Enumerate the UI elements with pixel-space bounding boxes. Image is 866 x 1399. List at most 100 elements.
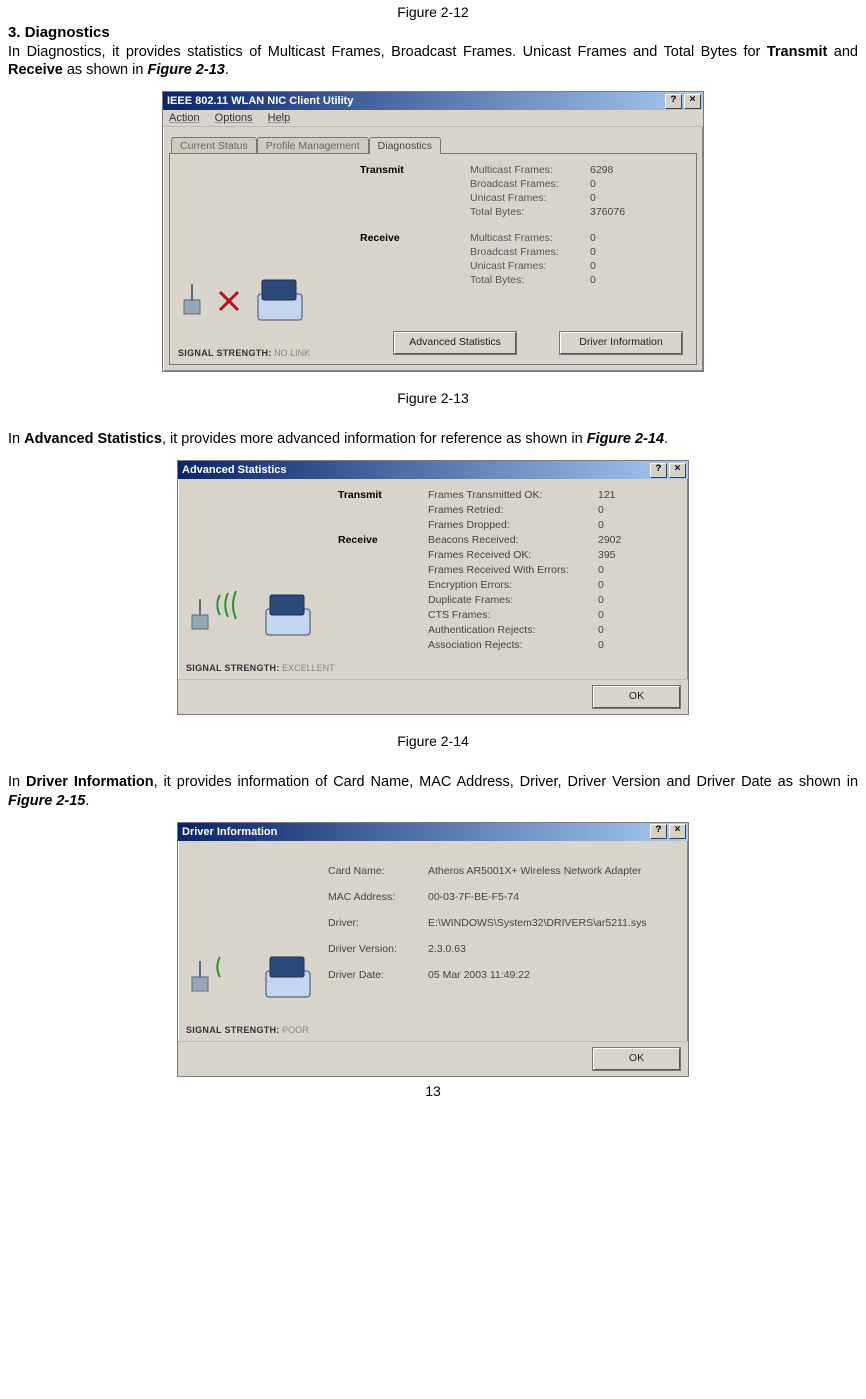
menubar[interactable]: Action Options Help bbox=[163, 110, 703, 127]
page-number: 13 bbox=[8, 1083, 858, 1099]
driver-information-dialog: Driver Information ? × Card Name: Athero… bbox=[177, 822, 689, 1077]
paragraph-driver-info: In Driver Information, it provides infor… bbox=[8, 773, 858, 809]
window-title: Driver Information bbox=[182, 826, 648, 838]
signal-strength-value: EXCELLENT bbox=[282, 663, 335, 673]
card-name-value: Atheros AR5001X+ Wireless Network Adapte… bbox=[428, 865, 678, 877]
connection-graphic-no-link bbox=[180, 270, 310, 330]
tx-total-bytes-value: 376076 bbox=[590, 206, 650, 218]
signal-strength: SIGNAL STRENGTH: POOR bbox=[186, 1025, 309, 1035]
figure-2-12-label: Figure 2-12 bbox=[8, 4, 858, 20]
signal-strength: SIGNAL STRENGTH: NO LINK bbox=[178, 348, 310, 358]
ok-button[interactable]: OK bbox=[593, 1048, 680, 1070]
frames-received-ok-label: Frames Received OK: bbox=[428, 549, 598, 561]
assoc-rejects-label: Association Rejects: bbox=[428, 639, 598, 651]
tx-total-bytes-label: Total Bytes: bbox=[470, 206, 590, 218]
ok-button[interactable]: OK bbox=[593, 686, 680, 708]
titlebar[interactable]: Driver Information ? × bbox=[178, 823, 688, 841]
menu-help[interactable]: Help bbox=[268, 112, 291, 124]
driver-date-label: Driver Date: bbox=[328, 969, 428, 981]
window-title: IEEE 802.11 WLAN NIC Client Utility bbox=[167, 95, 663, 107]
mac-address-value: 00-03-7F-BE-F5-74 bbox=[428, 891, 678, 903]
tx-broadcast-label: Broadcast Frames: bbox=[470, 178, 590, 190]
tx-multicast-label: Multicast Frames: bbox=[470, 164, 590, 176]
diagnostics-panel: Transmit Multicast Frames: 6298 Broadcas… bbox=[169, 153, 697, 365]
driver-information-button[interactable]: Driver Information bbox=[560, 332, 682, 354]
encryption-errors-value: 0 bbox=[598, 579, 648, 591]
figure-2-14-caption: Figure 2-14 bbox=[8, 733, 858, 749]
duplicate-frames-value: 0 bbox=[598, 594, 648, 606]
signal-strength: SIGNAL STRENGTH: EXCELLENT bbox=[186, 663, 335, 673]
tx-multicast-value: 6298 bbox=[590, 164, 650, 176]
tab-diagnostics[interactable]: Diagnostics bbox=[369, 137, 441, 154]
card-name-label: Card Name: bbox=[328, 865, 428, 877]
driver-date-value: 05 Mar 2003 11:49:22 bbox=[428, 969, 678, 981]
cts-frames-label: CTS Frames: bbox=[428, 609, 598, 621]
assoc-rejects-value: 0 bbox=[598, 639, 648, 651]
paragraph-diagnostics: In Diagnostics, it provides statistics o… bbox=[8, 43, 858, 79]
receive-heading: Receive bbox=[360, 232, 470, 244]
frames-transmitted-ok-value: 121 bbox=[598, 489, 648, 501]
beacons-received-label: Beacons Received: bbox=[428, 534, 598, 546]
driver-version-value: 2.3.0.63 bbox=[428, 943, 678, 955]
rx-total-bytes-label: Total Bytes: bbox=[470, 274, 590, 286]
frames-retried-label: Frames Retried: bbox=[428, 504, 598, 516]
client-utility-dialog: IEEE 802.11 WLAN NIC Client Utility ? × … bbox=[162, 91, 704, 372]
tabstrip: Current Status Profile Management Diagno… bbox=[171, 133, 697, 153]
rx-broadcast-label: Broadcast Frames: bbox=[470, 246, 590, 258]
paragraph-advanced-stats: In Advanced Statistics, it provides more… bbox=[8, 430, 858, 448]
connection-graphic-poor bbox=[188, 947, 318, 1007]
signal-strength-value: POOR bbox=[282, 1025, 309, 1035]
signal-strength-value: NO LINK bbox=[274, 348, 310, 358]
auth-rejects-value: 0 bbox=[598, 624, 648, 636]
rx-multicast-value: 0 bbox=[590, 232, 650, 244]
driver-version-label: Driver Version: bbox=[328, 943, 428, 955]
tx-broadcast-value: 0 bbox=[590, 178, 650, 190]
frames-dropped-value: 0 bbox=[598, 519, 648, 531]
driver-value: E:\WINDOWS\System32\DRIVERS\ar5211.sys bbox=[428, 917, 678, 929]
tab-current-status[interactable]: Current Status bbox=[171, 137, 257, 154]
rx-unicast-label: Unicast Frames: bbox=[470, 260, 590, 272]
encryption-errors-label: Encryption Errors: bbox=[428, 579, 598, 591]
rx-multicast-label: Multicast Frames: bbox=[470, 232, 590, 244]
tx-unicast-label: Unicast Frames: bbox=[470, 192, 590, 204]
cts-frames-value: 0 bbox=[598, 609, 648, 621]
menu-action[interactable]: Action bbox=[169, 112, 200, 124]
connection-graphic-excellent bbox=[188, 585, 318, 645]
advanced-statistics-dialog: Advanced Statistics ? × Transmit Frames … bbox=[177, 460, 689, 715]
transmit-heading: Transmit bbox=[360, 164, 470, 176]
signal-strength-label: SIGNAL STRENGTH: bbox=[186, 663, 280, 673]
section-title-text: Diagnostics bbox=[25, 24, 110, 41]
duplicate-frames-label: Duplicate Frames: bbox=[428, 594, 598, 606]
rx-broadcast-value: 0 bbox=[590, 246, 650, 258]
rx-total-bytes-value: 0 bbox=[590, 274, 650, 286]
tab-profile-management[interactable]: Profile Management bbox=[257, 137, 369, 154]
mac-address-label: MAC Address: bbox=[328, 891, 428, 903]
transmit-heading: Transmit bbox=[338, 489, 428, 501]
titlebar[interactable]: IEEE 802.11 WLAN NIC Client Utility ? × bbox=[163, 92, 703, 110]
help-button-icon[interactable]: ? bbox=[650, 463, 667, 478]
frames-transmitted-ok-label: Frames Transmitted OK: bbox=[428, 489, 598, 501]
frames-retried-value: 0 bbox=[598, 504, 648, 516]
close-icon[interactable]: × bbox=[669, 463, 686, 478]
frames-received-errors-label: Frames Received With Errors: bbox=[428, 564, 598, 576]
figure-2-13-caption: Figure 2-13 bbox=[8, 390, 858, 406]
close-icon[interactable]: × bbox=[669, 824, 686, 839]
receive-heading: Receive bbox=[338, 534, 428, 546]
window-title: Advanced Statistics bbox=[182, 464, 648, 476]
help-button-icon[interactable]: ? bbox=[665, 94, 682, 109]
advanced-statistics-button[interactable]: Advanced Statistics bbox=[394, 332, 516, 354]
tx-unicast-value: 0 bbox=[590, 192, 650, 204]
frames-received-errors-value: 0 bbox=[598, 564, 648, 576]
menu-options[interactable]: Options bbox=[215, 112, 253, 124]
frames-received-ok-value: 395 bbox=[598, 549, 648, 561]
beacons-received-value: 2902 bbox=[598, 534, 648, 546]
section-number: 3. bbox=[8, 24, 21, 41]
close-icon[interactable]: × bbox=[684, 94, 701, 109]
driver-label: Driver: bbox=[328, 917, 428, 929]
titlebar[interactable]: Advanced Statistics ? × bbox=[178, 461, 688, 479]
signal-strength-label: SIGNAL STRENGTH: bbox=[186, 1025, 280, 1035]
signal-strength-label: SIGNAL STRENGTH: bbox=[178, 348, 272, 358]
auth-rejects-label: Authentication Rejects: bbox=[428, 624, 598, 636]
help-button-icon[interactable]: ? bbox=[650, 824, 667, 839]
section-heading: 3. Diagnostics bbox=[8, 24, 858, 41]
